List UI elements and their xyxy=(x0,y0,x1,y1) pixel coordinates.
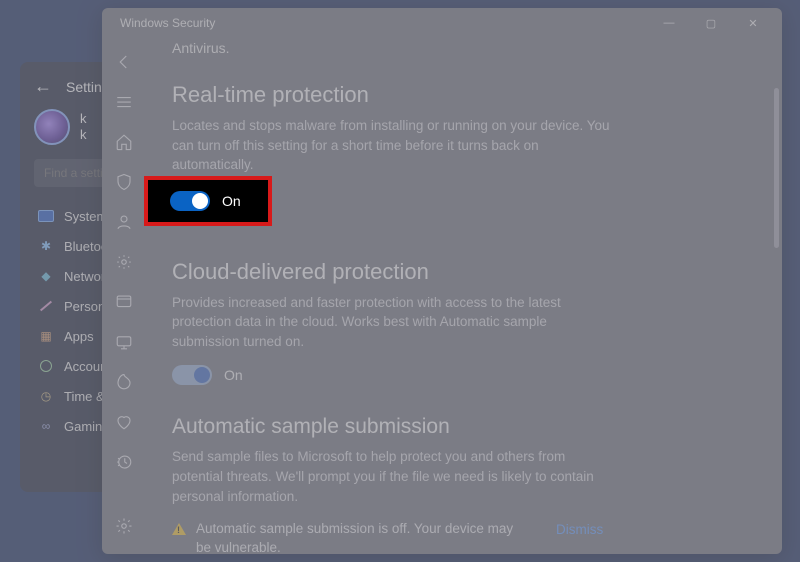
cloud-title: Cloud-delivered protection xyxy=(172,259,752,285)
close-button[interactable]: ✕ xyxy=(734,10,772,36)
antivirus-label: Antivirus. xyxy=(172,40,752,56)
apps-icon: ▦ xyxy=(38,328,54,344)
sidebar-account-icon[interactable] xyxy=(106,204,142,240)
sidebar-shield-icon[interactable] xyxy=(106,164,142,200)
profile-text: k k xyxy=(80,111,87,142)
personalization-icon xyxy=(38,298,54,314)
scrollbar-thumb[interactable] xyxy=(774,88,779,248)
section-cloud: Cloud-delivered protection Provides incr… xyxy=(172,259,752,386)
avatar xyxy=(34,109,70,145)
sidebar-firewall-icon[interactable] xyxy=(106,244,142,280)
sidebar-device-icon[interactable] xyxy=(106,324,142,360)
security-content: Antivirus. Real-time protection Locates … xyxy=(146,38,782,554)
scrollbar[interactable] xyxy=(773,68,780,544)
sidebar-settings-icon[interactable] xyxy=(106,508,142,544)
sidebar-back-icon[interactable] xyxy=(106,44,142,80)
bluetooth-icon: ✱ xyxy=(38,238,54,254)
realtime-toggle[interactable] xyxy=(170,191,210,211)
realtime-title: Real-time protection xyxy=(172,82,752,108)
auto-sample-warning-row: Automatic sample submission is off. Your… xyxy=(172,520,692,554)
sidebar-family-icon[interactable] xyxy=(106,404,142,440)
maximize-button[interactable]: ▢ xyxy=(692,10,730,36)
nav-label: Apps xyxy=(64,329,94,344)
section-auto-sample: Automatic sample submission Send sample … xyxy=(172,415,752,554)
time-icon: ◷ xyxy=(38,388,54,404)
warning-icon xyxy=(172,523,186,535)
toggle-knob xyxy=(192,193,208,209)
profile-name: k xyxy=(80,111,87,127)
auto-sample-warning-text: Automatic sample submission is off. Your… xyxy=(196,520,526,554)
sidebar-performance-icon[interactable] xyxy=(106,364,142,400)
profile-sub: k xyxy=(80,127,87,143)
sidebar-home-icon[interactable] xyxy=(106,124,142,160)
sidebar-menu-icon[interactable] xyxy=(106,84,142,120)
accounts-icon xyxy=(38,358,54,374)
minimize-button[interactable]: — xyxy=(650,10,688,36)
network-icon: ◆ xyxy=(38,268,54,284)
auto-sample-desc: Send sample files to Microsoft to help p… xyxy=(172,447,612,506)
cloud-toggle-row: On xyxy=(172,365,752,385)
auto-sample-title: Automatic sample submission xyxy=(172,415,752,439)
cloud-toggle[interactable] xyxy=(172,365,212,385)
sidebar-history-icon[interactable] xyxy=(106,444,142,480)
toggle-knob xyxy=(194,367,210,383)
system-icon xyxy=(38,208,54,224)
nav-label: System xyxy=(64,209,107,224)
window-title: Windows Security xyxy=(120,16,215,30)
windows-security-window: Windows Security — ▢ ✕ Antivirus. Real-t… xyxy=(102,8,782,554)
window-buttons: — ▢ ✕ xyxy=(650,10,772,36)
cloud-toggle-label: On xyxy=(224,367,243,383)
sidebar-app-browser-icon[interactable] xyxy=(106,284,142,320)
security-sidebar xyxy=(102,38,146,554)
titlebar: Windows Security — ▢ ✕ xyxy=(102,8,782,38)
back-icon[interactable]: ← xyxy=(34,76,52,97)
cloud-desc: Provides increased and faster protection… xyxy=(172,293,612,352)
realtime-desc: Locates and stops malware from installin… xyxy=(172,116,612,175)
realtime-toggle-highlight-area: On xyxy=(148,180,268,222)
gaming-icon: ∞ xyxy=(38,418,54,434)
security-body: Antivirus. Real-time protection Locates … xyxy=(102,38,782,554)
dismiss-link[interactable]: Dismiss xyxy=(556,522,603,537)
realtime-toggle-label: On xyxy=(222,193,241,209)
